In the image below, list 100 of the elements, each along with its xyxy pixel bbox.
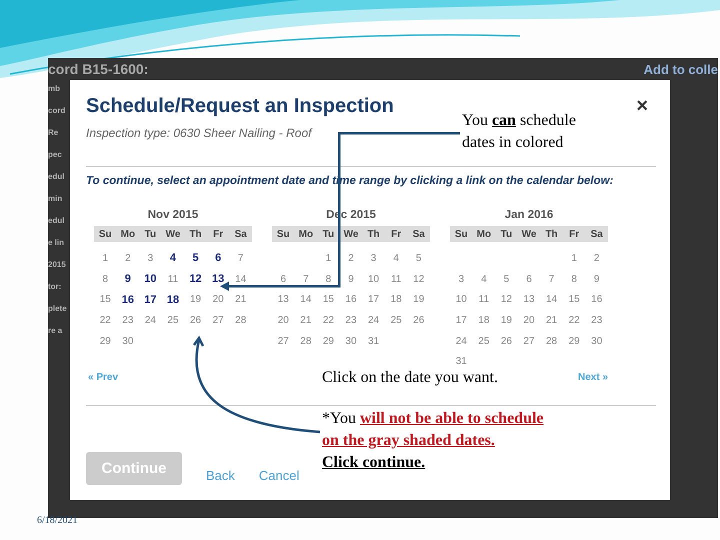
date-cell-text: 20 xyxy=(522,314,536,326)
date-cell-text: 14 xyxy=(299,294,312,306)
page-text-fragment: Re xyxy=(48,128,60,137)
date-cell-text: 31 xyxy=(367,336,380,347)
date-cell-text: 23 xyxy=(590,314,604,326)
date-cell-text: 1 xyxy=(324,252,332,264)
date-cell-text: 30 xyxy=(344,336,358,347)
date-cell-text: 8 xyxy=(102,274,110,285)
weekday-header: Su Mo Tu We Th Fr Sa xyxy=(450,226,608,242)
date-cell-text: 8 xyxy=(324,274,332,285)
date-cell-text: 5 xyxy=(502,274,510,285)
date-cell-text: 18 xyxy=(390,294,403,306)
date-cell-text: 1 xyxy=(570,252,578,264)
date-cell-text: 29 xyxy=(98,336,112,347)
date-cell-text: 3 xyxy=(146,252,154,264)
date-cell-text: 25 xyxy=(477,336,490,347)
page-text-fragment: pec xyxy=(48,150,63,159)
date-cell-text: 21 xyxy=(234,294,248,306)
inspection-type: Inspection type: 0630 Sheer Nailing - Roof xyxy=(86,126,314,140)
date-link[interactable]: 17 xyxy=(139,294,162,306)
date-cell-text: 27 xyxy=(276,336,290,347)
date-cell-text: 22 xyxy=(98,314,112,326)
page-text-fragment: edul xyxy=(48,216,66,225)
date-link[interactable]: 18 xyxy=(162,294,184,306)
date-link[interactable]: 10 xyxy=(139,273,162,286)
date-cell-text: 17 xyxy=(454,314,468,326)
page-text-fragment: min xyxy=(48,194,64,203)
date-cell-text: 16 xyxy=(344,294,358,306)
date-cell-text: 10 xyxy=(367,274,380,285)
date-cell-text: 23 xyxy=(121,314,134,326)
page-text-fragment: e lin xyxy=(48,238,66,247)
page-text-fragment: tor: xyxy=(48,282,62,291)
date-cell-text: 14 xyxy=(234,274,248,285)
date-cell-text: 31 xyxy=(454,356,468,368)
date-cell-text: 28 xyxy=(234,314,248,326)
date-cell-text: 20 xyxy=(276,314,290,326)
date-link[interactable]: 12 xyxy=(184,273,207,286)
date-link[interactable]: 4 xyxy=(162,252,184,264)
date-cell-text: 8 xyxy=(570,274,578,285)
page-text-fragment: cord xyxy=(48,106,66,115)
date-cell-text: 12 xyxy=(500,294,513,306)
date-cell-text: 30 xyxy=(590,336,604,347)
date-cell-text: 11 xyxy=(390,274,402,285)
date-link[interactable]: 9 xyxy=(116,273,140,286)
dialog-title: Schedule/Request an Inspection xyxy=(86,94,394,118)
month-title: Nov 2015 xyxy=(146,209,200,221)
date-cell-text: 21 xyxy=(545,314,558,326)
date-cell-text: 6 xyxy=(525,274,533,285)
date-cell-text: 13 xyxy=(276,294,290,306)
date-link[interactable]: 5 xyxy=(184,252,207,264)
date-cell-text: 25 xyxy=(390,314,403,326)
date-link[interactable]: 13 xyxy=(206,273,230,286)
date-cell-text: 9 xyxy=(592,274,600,285)
date-cell-text: 11 xyxy=(478,294,490,306)
weekday-header: Su Mo Tu We Th Fr Sa xyxy=(272,226,430,242)
date-cell-text: 29 xyxy=(568,336,581,347)
date-cell-text: 25 xyxy=(166,314,180,326)
date-cell-text: 28 xyxy=(545,336,558,347)
date-cell-text: 22 xyxy=(568,314,581,326)
date-cell-text: 18 xyxy=(477,314,490,326)
date-cell-text: 22 xyxy=(322,314,335,326)
date-cell-text: 28 xyxy=(299,336,312,347)
date-cell-text: 2 xyxy=(124,252,132,264)
date-cell-text: 19 xyxy=(500,314,513,326)
date-link[interactable]: 16 xyxy=(116,294,140,306)
date-cell-text: 12 xyxy=(412,274,426,285)
date-cell-text: 17 xyxy=(367,294,380,306)
date-cell-text: 29 xyxy=(322,336,335,347)
date-cell-text: 20 xyxy=(212,294,225,306)
date-cell-text: 30 xyxy=(121,336,134,347)
page-text-fragment: re a xyxy=(48,326,64,335)
record-title: cord B15-1600: xyxy=(48,61,148,77)
page-text-fragment: mb xyxy=(48,84,61,93)
date-cell-text: 15 xyxy=(322,294,335,306)
weekday-header: Su Mo Tu We Th Fr Sa xyxy=(94,226,252,242)
date-cell-text: 5 xyxy=(414,252,422,264)
date-cell-text: 4 xyxy=(392,252,400,264)
date-cell-text: 24 xyxy=(367,314,380,326)
date-cell-text: 7 xyxy=(236,252,244,264)
date-cell-text: 15 xyxy=(98,294,112,306)
date-cell-text: 24 xyxy=(144,314,157,326)
date-cell-text: 16 xyxy=(590,294,604,306)
date-cell-text: 21 xyxy=(299,314,312,326)
date-cell-text: 26 xyxy=(189,314,202,326)
slide-date: 6/18/2021 xyxy=(37,515,78,526)
add-to-collection-link[interactable]: Add to colle xyxy=(644,62,718,76)
close-button[interactable]: × xyxy=(632,94,652,118)
date-cell-text: 15 xyxy=(568,294,581,306)
month-title: Jan 2016 xyxy=(504,209,554,221)
date-cell-text: 26 xyxy=(412,314,426,326)
date-cell-text: 19 xyxy=(412,294,426,306)
date-cell-text: 14 xyxy=(545,294,558,306)
date-cell-text: 9 xyxy=(347,274,355,285)
date-cell-text: 7 xyxy=(302,274,310,285)
date-cell-text: 10 xyxy=(454,294,468,306)
date-link[interactable]: 6 xyxy=(206,252,230,264)
date-cell-text: 27 xyxy=(212,314,225,326)
callout-text: Click on the date you want. xyxy=(322,368,499,388)
page-text-fragment: edul xyxy=(48,172,66,181)
date-cell-text: 26 xyxy=(500,336,513,347)
